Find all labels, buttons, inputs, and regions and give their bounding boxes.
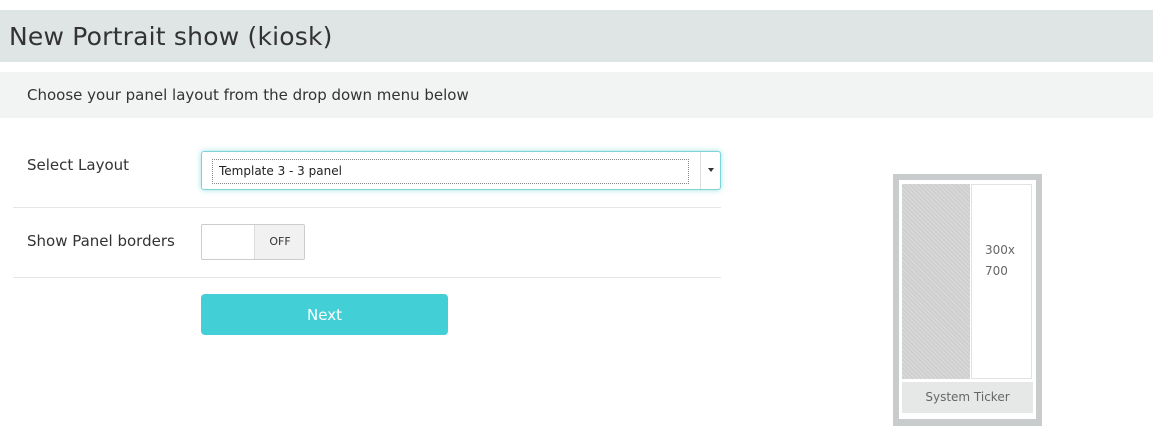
instruction-text: Choose your panel layout from the drop d… [27, 86, 469, 104]
panel-size-line-1: 300x [985, 243, 1016, 257]
chevron-down-icon [708, 168, 714, 172]
select-layout-label: Select Layout [27, 156, 130, 174]
layout-select-focus-ring: Template 3 - 3 panel [212, 159, 689, 184]
system-ticker-label: System Ticker [925, 390, 1010, 404]
preview-panel-left [902, 184, 970, 379]
panel-borders-toggle[interactable]: OFF [201, 224, 305, 260]
layout-preview: 300x 700 System Ticker [893, 174, 1042, 426]
instruction-bar: Choose your panel layout from the drop d… [0, 72, 1153, 118]
layout-select-dropdown-button[interactable] [700, 152, 720, 189]
layout-preview-screen: 300x 700 System Ticker [899, 180, 1036, 419]
panel-borders-label: Show Panel borders [27, 232, 175, 250]
header-bar: New Portrait show (kiosk) [0, 10, 1153, 62]
panel-size-line-2: 700 [985, 264, 1008, 278]
layout-select-value: Template 3 - 3 panel [219, 164, 342, 178]
toggle-state-label: OFF [254, 225, 304, 259]
layout-select[interactable]: Template 3 - 3 panel [201, 151, 721, 190]
next-button[interactable]: Next [201, 294, 448, 335]
page-title: New Portrait show (kiosk) [9, 22, 333, 51]
form-divider [13, 277, 721, 278]
form-divider [13, 207, 721, 208]
panel-size-label: 300x 700 [985, 240, 1030, 282]
system-ticker-bar: System Ticker [902, 382, 1033, 413]
